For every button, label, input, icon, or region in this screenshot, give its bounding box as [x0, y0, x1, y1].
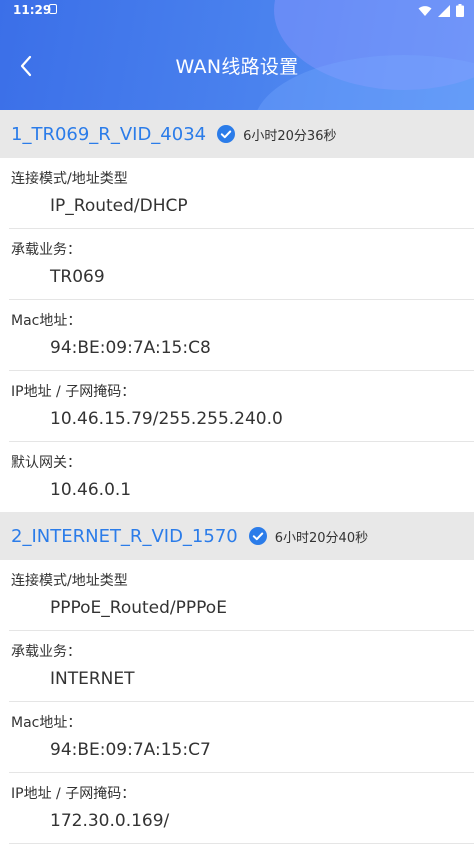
- field-value: 94:BE:09:7A:15:C8: [50, 338, 211, 358]
- field-connection-mode: 连接模式/地址类型 IP_Routed/DHCP: [9, 158, 474, 229]
- field-gateway: 默认网关： 10.46.0.1: [9, 442, 474, 512]
- field-ip-mask: IP地址 / 子网掩码： 10.46.15.79/255.255.240.0: [9, 371, 474, 442]
- connection-duration: 6小时20分36秒: [243, 128, 337, 144]
- field-service: 承载业务： INTERNET: [9, 631, 474, 702]
- connection-header[interactable]: 1_TR069_R_VID_4034 6小时20分36秒: [0, 110, 474, 158]
- field-value: IP_Routed/DHCP: [50, 196, 188, 216]
- field-connection-mode: 连接模式/地址类型 PPPoE_Routed/PPPoE: [9, 560, 474, 631]
- field-value: 172.30.0.169/: [50, 811, 170, 831]
- battery-icon: [456, 4, 464, 17]
- wan-list: 1_TR069_R_VID_4034 6小时20分36秒 连接模式/地址类型 I…: [0, 110, 474, 844]
- page-title: WAN线路设置: [175, 56, 299, 78]
- field-label: 承载业务：: [11, 644, 81, 660]
- field-value: 94:BE:09:7A:15:C7: [50, 740, 211, 760]
- field-mac: Mac地址： 94:BE:09:7A:15:C7: [9, 702, 474, 773]
- status-time: 11:29: [13, 3, 52, 17]
- field-value: 10.46.0.1: [50, 480, 132, 500]
- check-circle-icon: [217, 125, 236, 143]
- notification-icon: [49, 4, 57, 14]
- field-label: Mac地址：: [11, 313, 82, 329]
- field-value: TR069: [50, 267, 105, 287]
- signal-icon: [438, 4, 450, 17]
- connection-duration: 6小时20分40秒: [274, 530, 369, 546]
- field-label: IP地址 / 子网掩码：: [11, 384, 136, 400]
- field-label: 连接模式/地址类型: [11, 573, 128, 589]
- field-label: Mac地址：: [11, 715, 82, 731]
- connection-name: 1_TR069_R_VID_4034: [11, 123, 207, 145]
- field-label: IP地址 / 子网掩码：: [11, 786, 136, 802]
- field-ip-mask: IP地址 / 子网掩码： 172.30.0.169/: [9, 773, 474, 844]
- field-service: 承载业务： TR069: [9, 229, 474, 300]
- status-bar: 11:29: [0, 0, 474, 22]
- connection-header[interactable]: 2_INTERNET_R_VID_1570 6小时20分40秒: [0, 512, 474, 560]
- field-value: PPPoE_Routed/PPPoE: [50, 598, 227, 618]
- app-header: 11:29 WAN线路设置: [0, 0, 474, 110]
- field-value: 10.46.15.79/255.255.240.0: [50, 409, 283, 429]
- connection-name: 2_INTERNET_R_VID_1570: [11, 525, 238, 547]
- field-label: 承载业务：: [11, 242, 81, 258]
- field-mac: Mac地址： 94:BE:09:7A:15:C8: [9, 300, 474, 371]
- field-label: 连接模式/地址类型: [11, 171, 128, 187]
- status-icons: [418, 4, 464, 17]
- field-value: INTERNET: [50, 669, 135, 689]
- check-circle-icon: [248, 527, 267, 545]
- wifi-icon: [418, 5, 432, 16]
- field-label: 默认网关：: [11, 455, 81, 471]
